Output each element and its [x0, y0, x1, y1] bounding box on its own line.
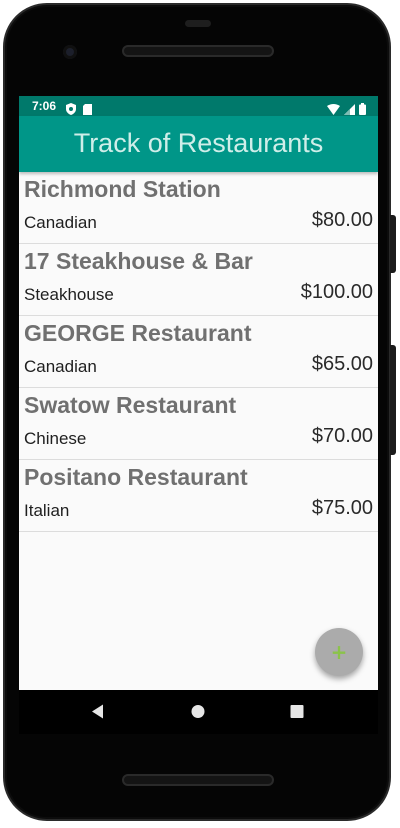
restaurant-price: $70.00: [311, 425, 373, 447]
add-icon: +: [330, 640, 348, 664]
bottom-speaker: [124, 776, 272, 784]
list-item[interactable]: Richmond Station Canadian $80.00: [19, 172, 378, 244]
list-item[interactable]: Positano Restaurant Italian $75.00: [19, 460, 378, 532]
list-item[interactable]: 17 Steakhouse & Bar Steakhouse $100.00: [19, 244, 378, 316]
back-icon[interactable]: [91, 704, 105, 723]
status-time: 7:06: [32, 99, 57, 113]
list-item[interactable]: GEORGE Restaurant Canadian $65.00: [19, 316, 378, 388]
recents-icon[interactable]: [290, 704, 304, 723]
restaurant-price: $75.00: [311, 497, 373, 519]
restaurant-name: Swatow Restaurant: [24, 392, 237, 418]
restaurant-list: Richmond Station Canadian $80.00 17 Stea…: [19, 172, 378, 532]
volume-button: [390, 215, 396, 273]
restaurant-cuisine: Canadian: [24, 213, 97, 232]
navigation-bar: [19, 690, 378, 734]
restaurant-price: $65.00: [311, 353, 373, 375]
screen: 7:06 Track of Restaurants Richmond Stati…: [19, 96, 378, 690]
restaurant-cuisine: Canadian: [24, 357, 97, 376]
front-camera: [63, 45, 77, 59]
home-icon[interactable]: [191, 704, 205, 723]
restaurant-name: 17 Steakhouse & Bar: [24, 248, 253, 274]
restaurant-name: GEORGE Restaurant: [24, 320, 252, 346]
power-button: [390, 345, 396, 455]
restaurant-cuisine: Italian: [24, 501, 70, 520]
restaurant-cuisine: Chinese: [24, 429, 87, 448]
restaurant-name: Richmond Station: [24, 176, 221, 202]
list-item[interactable]: Swatow Restaurant Chinese $70.00: [19, 388, 378, 460]
earpiece-slot: [185, 20, 211, 27]
app-bar: Track of Restaurants: [19, 116, 378, 172]
restaurant-cuisine: Steakhouse: [24, 285, 114, 304]
restaurant-price: $100.00: [300, 281, 373, 303]
restaurant-name: Positano Restaurant: [24, 464, 248, 490]
app-title: Track of Restaurants: [73, 128, 324, 158]
add-restaurant-button[interactable]: +: [315, 628, 363, 676]
top-speaker: [124, 47, 272, 55]
restaurant-price: $80.00: [311, 209, 373, 231]
status-bar: 7:06: [19, 96, 378, 116]
